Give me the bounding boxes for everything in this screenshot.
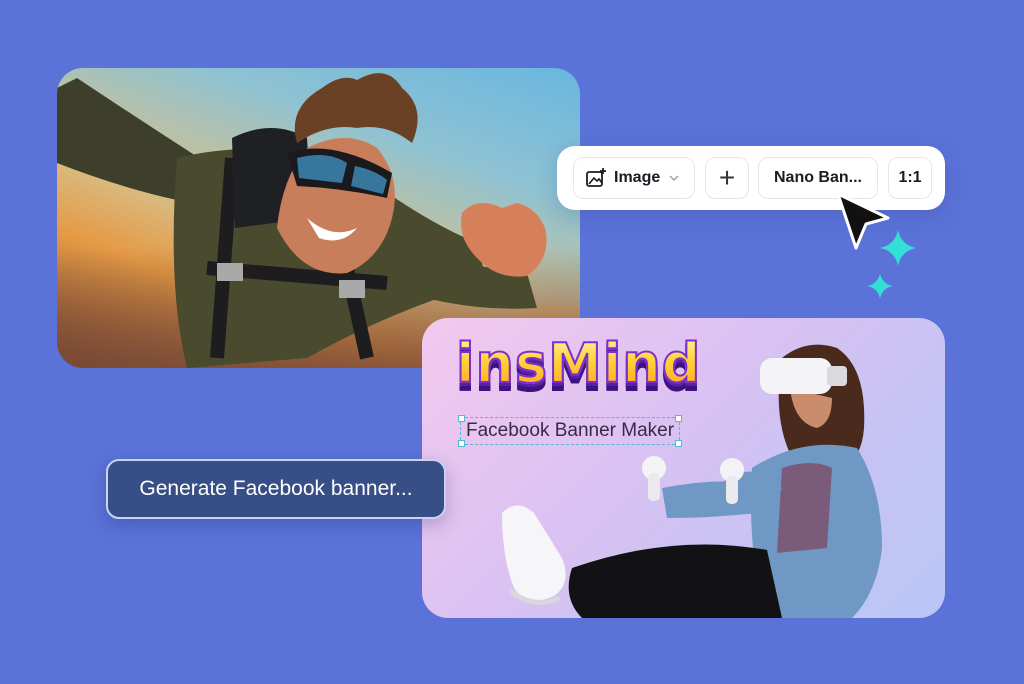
- brand-logo-text: insMind: [455, 331, 702, 396]
- prompt-text: Generate Facebook banner...: [139, 477, 413, 500]
- resize-handle[interactable]: [458, 440, 465, 447]
- plus-icon: +: [718, 162, 736, 193]
- model-selector-label: Nano Ban...: [773, 169, 862, 186]
- sparkle-icon: [867, 273, 893, 299]
- image-plus-icon: [586, 168, 606, 187]
- chevron-down-icon: [669, 175, 679, 182]
- aspect-ratio-label: 1:1: [898, 169, 922, 186]
- subtitle-text: Facebook Banner Maker: [466, 420, 675, 441]
- resize-handle[interactable]: [458, 415, 465, 422]
- resize-handle[interactable]: [675, 440, 683, 447]
- prompt-input[interactable]: Generate Facebook banner...: [106, 459, 446, 519]
- subtitle-text-box[interactable]: Facebook Banner Maker: [458, 415, 683, 447]
- sparkle-icon: [880, 230, 916, 266]
- aspect-ratio-button[interactable]: 1:1: [888, 157, 932, 199]
- banner-preview: insMind Facebook Banner Maker: [422, 318, 945, 618]
- resize-handle[interactable]: [675, 415, 683, 422]
- add-button[interactable]: +: [705, 157, 749, 199]
- type-selector-label: Image: [614, 169, 661, 186]
- type-selector-button[interactable]: Image: [573, 157, 695, 199]
